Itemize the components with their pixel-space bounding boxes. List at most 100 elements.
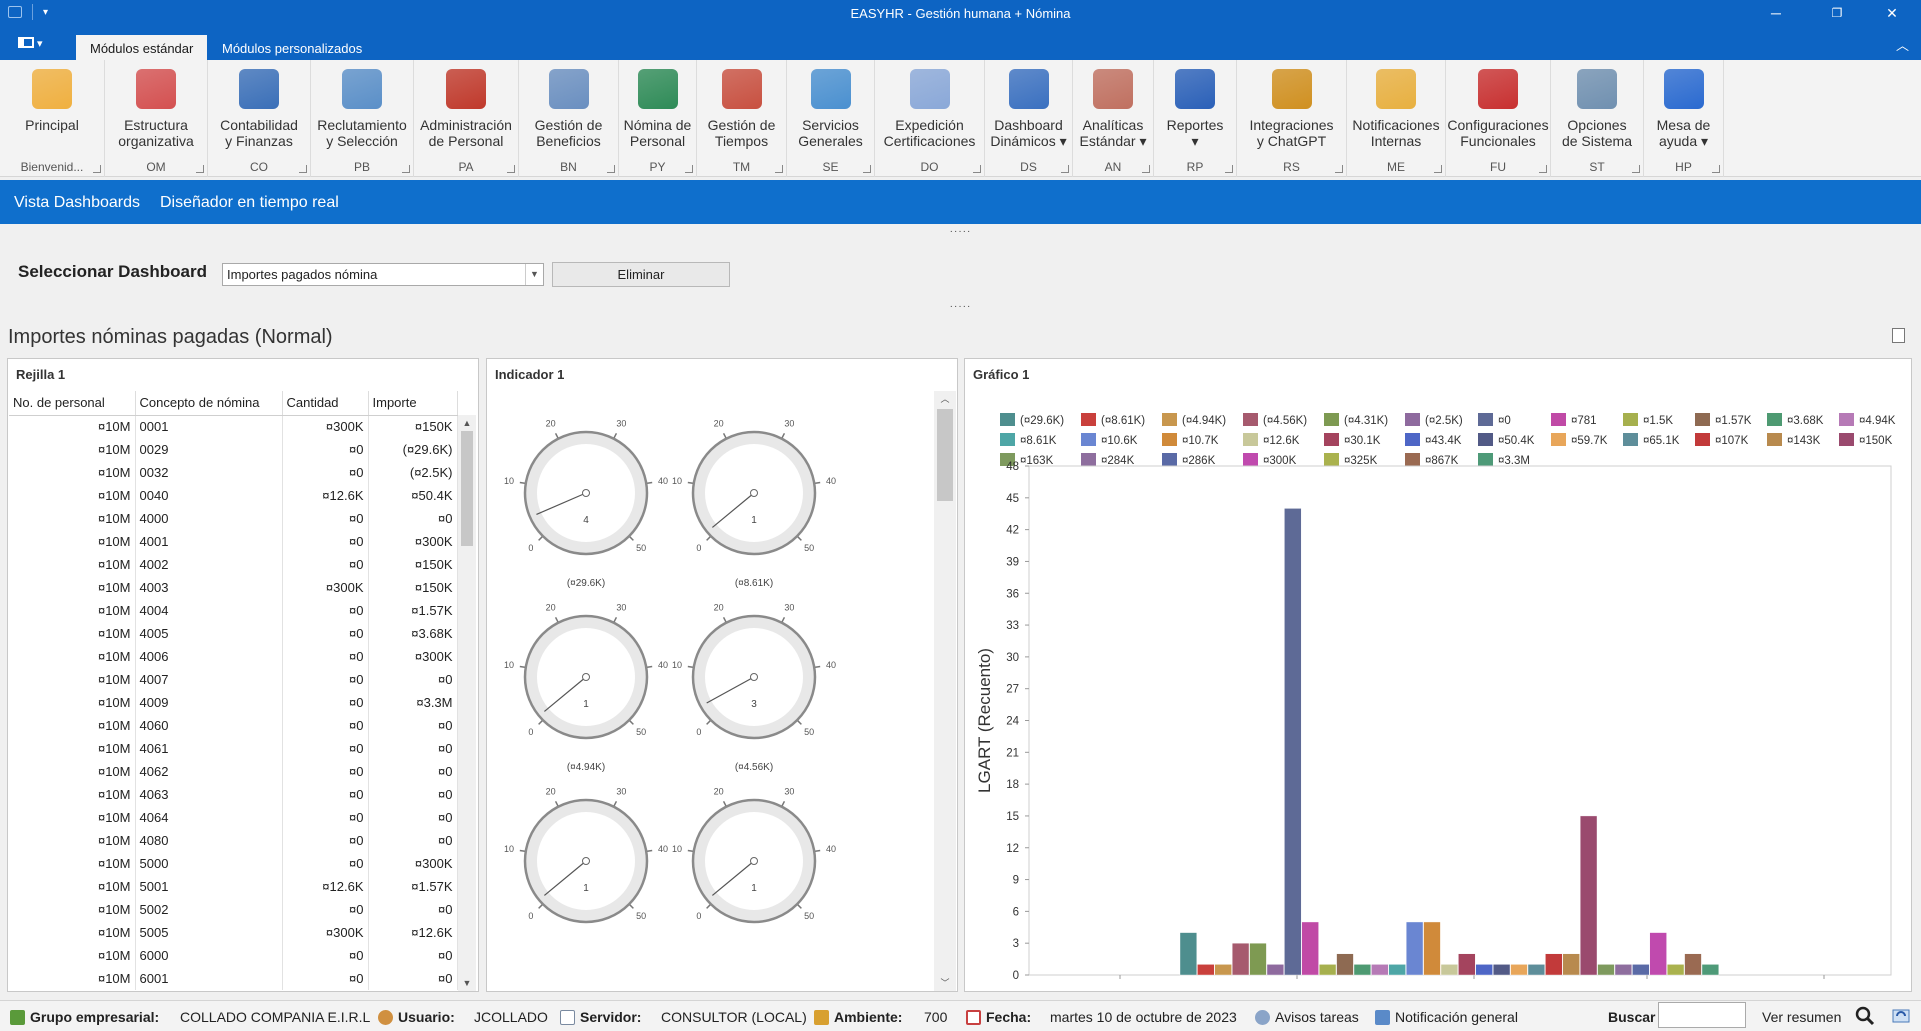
group-expand-icon[interactable] [775,165,783,173]
group-expand-icon[interactable] [1061,165,1069,173]
indicator-scroll-down-icon[interactable]: ﹀ [934,975,956,991]
ribbon-button-16[interactable]: Opciones de Sistema [1551,66,1643,156]
restore-button[interactable]: ❐ [1814,0,1860,27]
table-row[interactable]: ¤10M 4001 ¤0 ¤300K [9,530,458,553]
group-expand-icon[interactable] [1142,165,1150,173]
collapse-ribbon-icon[interactable]: ︿ [1896,35,1909,54]
notification-button[interactable]: Notificación general [1375,1009,1518,1025]
export-icon[interactable] [1892,328,1905,343]
combo-dropdown-icon[interactable]: ▼ [525,264,543,285]
table-row[interactable]: ¤10M 0001 ¤300K ¤150K [9,415,458,438]
table-row[interactable]: ¤10M 4063 ¤0 ¤0 [9,783,458,806]
ribbon-button-1[interactable]: Estructura organizativa [105,66,207,156]
table-row[interactable]: ¤10M 6001 ¤0 ¤0 [9,967,458,990]
gauge-tick-label: 40 [658,476,668,486]
column-header[interactable]: Cantidad [282,391,369,416]
table-row[interactable]: ¤10M 4004 ¤0 ¤1.57K [9,599,458,622]
table-row[interactable]: ¤10M 4062 ¤0 ¤0 [9,760,458,783]
group-expand-icon[interactable] [196,165,204,173]
refresh-icon[interactable] [1892,1007,1910,1028]
ribbon-button-14[interactable]: Notificaciones Internas [1347,66,1445,156]
grid-scrollbar[interactable]: ▲ ▼ [458,415,476,991]
table-row[interactable]: ¤10M 4000 ¤0 ¤0 [9,507,458,530]
tasks-icon [1255,1010,1270,1025]
splitter-grip[interactable]: ····· [0,226,1921,237]
tab-custom-modules[interactable]: Módulos personalizados [208,35,376,60]
table-row[interactable]: ¤10M 5002 ¤0 ¤0 [9,898,458,921]
ribbon-button-15[interactable]: Configuraciones Funcionales [1446,66,1550,156]
table-row[interactable]: ¤10M 4060 ¤0 ¤0 [9,714,458,737]
ribbon-button-9[interactable]: Expedición Certificaciones [875,66,984,156]
table-row[interactable]: ¤10M 4064 ¤0 ¤0 [9,806,458,829]
table-cell: 5001 [135,875,283,898]
table-row[interactable]: ¤10M 4061 ¤0 ¤0 [9,737,458,760]
indicator-scroll-thumb[interactable] [937,409,953,501]
group-expand-icon[interactable] [1712,165,1720,173]
tab-realtime-designer[interactable]: Diseñador en tiempo real [160,194,339,212]
grid-scroll-thumb[interactable] [461,431,473,546]
legend-label: ¤3.68K [1787,415,1824,427]
group-expand-icon[interactable] [1434,165,1442,173]
table-row[interactable]: ¤10M 4007 ¤0 ¤0 [9,668,458,691]
group-expand-icon[interactable] [299,165,307,173]
group-expand-icon[interactable] [607,165,615,173]
close-button[interactable]: ✕ [1869,0,1915,27]
indicator-scrollbar[interactable]: ︿ ﹀ [934,391,956,991]
table-row[interactable]: ¤10M 5000 ¤0 ¤300K [9,852,458,875]
table-cell: ¤10M [9,829,136,852]
tab-dashboard-view[interactable]: Vista Dashboards [14,194,140,212]
gauge-tick-label: 20 [714,787,724,797]
column-header[interactable]: Concepto de nómina [135,391,283,416]
group-expand-icon[interactable] [685,165,693,173]
search-icon[interactable] [1855,1006,1875,1029]
tasks-button[interactable]: Avisos tareas [1255,1009,1359,1025]
indicator-scroll-up-icon[interactable]: ︿ [934,391,956,407]
column-header[interactable]: Importe [368,391,458,416]
ribbon-button-8[interactable]: Servicios Generales [787,66,874,156]
tab-standard-modules[interactable]: Módulos estándar [76,35,208,60]
summary-button[interactable]: Ver resumen [1762,1009,1841,1025]
table-row[interactable]: ¤10M 4006 ¤0 ¤300K [9,645,458,668]
column-header[interactable]: No. de personal [9,391,136,416]
table-row[interactable]: ¤10M 4002 ¤0 ¤150K [9,553,458,576]
table-row[interactable]: ¤10M 0029 ¤0 (¤29.6K) [9,438,458,461]
group-expand-icon[interactable] [93,165,101,173]
table-row[interactable]: ¤10M 0040 ¤12.6K ¤50.4K [9,484,458,507]
delete-button[interactable]: Eliminar [552,262,730,287]
table-row[interactable]: ¤10M 4009 ¤0 ¤3.3M [9,691,458,714]
ribbon-button-2[interactable]: Contabilidad y Finanzas [208,66,310,156]
ribbon-button-4[interactable]: Administración de Personal [414,66,518,156]
group-expand-icon[interactable] [402,165,410,173]
group-expand-icon[interactable] [1225,165,1233,173]
group-expand-icon[interactable] [507,165,515,173]
ribbon-button-11[interactable]: Analíticas Estándar ▾ [1073,66,1153,156]
grid-scroll-up-icon[interactable]: ▲ [458,415,476,431]
minimize-button[interactable]: ─ [1753,0,1799,27]
grid-scroll-down-icon[interactable]: ▼ [458,975,476,991]
table-row[interactable]: ¤10M 4080 ¤0 ¤0 [9,829,458,852]
table-row[interactable]: ¤10M 5001 ¤12.6K ¤1.57K [9,875,458,898]
ribbon-button-12[interactable]: Reportes ▾ [1154,66,1236,156]
ribbon-button-5[interactable]: Gestión de Beneficios [519,66,618,156]
group-expand-icon[interactable] [1335,165,1343,173]
dashboard-combo[interactable]: Importes pagados nómina ▼ [222,263,544,286]
splitter-grip-2[interactable]: ····· [0,301,1921,312]
ribbon-button-3[interactable]: Reclutamiento y Selección [311,66,413,156]
table-row[interactable]: ¤10M 0032 ¤0 (¤2.5K) [9,461,458,484]
table-row[interactable]: ¤10M 6000 ¤0 ¤0 [9,944,458,967]
group-expand-icon[interactable] [973,165,981,173]
group-expand-icon[interactable] [1632,165,1640,173]
table-row[interactable]: ¤10M 4005 ¤0 ¤3.68K [9,622,458,645]
ribbon-button-17[interactable]: Mesa de ayuda ▾ [1644,66,1723,156]
app-menu-button[interactable]: ▾ [18,37,48,53]
ribbon-button-10[interactable]: Dashboard Dinámicos ▾ [985,66,1072,156]
ribbon-button-0[interactable]: Principal [0,66,104,156]
table-row[interactable]: ¤10M 5005 ¤300K ¤12.6K [9,921,458,944]
table-row[interactable]: ¤10M 4003 ¤300K ¤150K [9,576,458,599]
ribbon-button-13[interactable]: Integraciones y ChatGPT [1237,66,1346,156]
ribbon-button-6[interactable]: Nómina de Personal [619,66,696,156]
search-input[interactable] [1658,1002,1746,1028]
group-expand-icon[interactable] [1539,165,1547,173]
ribbon-button-7[interactable]: Gestión de Tiempos [697,66,786,156]
group-expand-icon[interactable] [863,165,871,173]
